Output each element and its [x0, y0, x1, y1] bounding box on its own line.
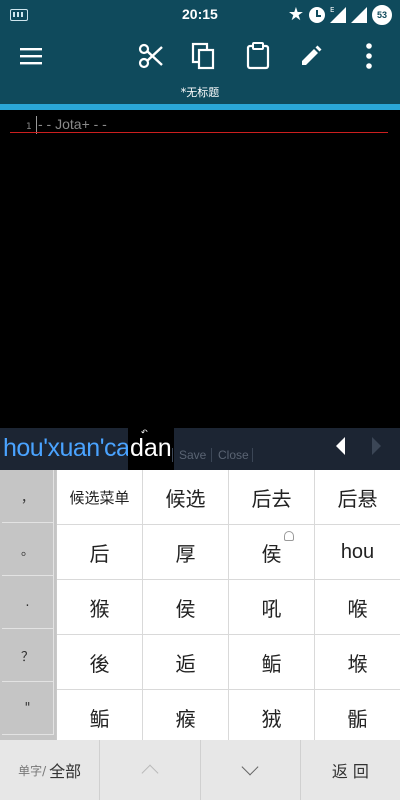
close-button[interactable]: Close — [218, 448, 249, 462]
punctuation-key[interactable]: . — [2, 576, 54, 629]
candidate-cell[interactable]: 瘊 — [143, 690, 228, 744]
punctuation-key[interactable]: 。 — [2, 523, 54, 576]
copy-icon[interactable] — [184, 36, 224, 76]
candidate-cell[interactable]: 猴 — [57, 580, 142, 634]
status-icons: ★ E 53 — [288, 5, 392, 25]
signal-icon-2 — [351, 7, 367, 23]
candidate-text: 侯 — [261, 541, 282, 566]
paste-icon[interactable] — [238, 36, 278, 76]
edit-icon[interactable] — [291, 36, 331, 76]
line-number: 1 — [26, 122, 32, 132]
candidate-cell[interactable]: 狨 — [229, 690, 314, 744]
composing-active-syllable[interactable]: dan — [128, 428, 174, 470]
candidate-cell[interactable]: 堠 — [315, 635, 400, 689]
candidate-cell[interactable]: 后悬 — [315, 470, 400, 524]
punctuation-column: ， 。 . ？ " — [0, 470, 56, 740]
editor-line-text: - - Jota+ - - — [38, 116, 107, 132]
candidate-cell[interactable]: 侯 — [143, 580, 228, 634]
keyboard-bottom-row: 单字/ 全部 返 回 — [0, 740, 400, 800]
menu-icon[interactable] — [11, 36, 51, 76]
candidate-cell[interactable]: 候选菜单 — [57, 470, 142, 524]
candidate-cell[interactable]: 吼 — [229, 580, 314, 634]
punctuation-key[interactable]: ， — [2, 470, 54, 523]
status-bar: 20:15 ★ E 53 — [0, 0, 400, 30]
cut-icon[interactable] — [131, 36, 171, 76]
next-arrow-icon[interactable] — [372, 437, 381, 455]
status-time: 20:15 — [182, 6, 218, 22]
battery-icon: 53 — [372, 5, 392, 25]
candidate-cell[interactable]: 喉 — [315, 580, 400, 634]
candidate-cell[interactable]: 鲘 — [229, 635, 314, 689]
divider — [252, 448, 253, 462]
save-button[interactable]: Save — [179, 448, 206, 462]
candidate-cell[interactable]: 厚 — [143, 525, 228, 579]
text-editor[interactable]: 1 - - Jota+ - - — [0, 110, 400, 534]
star-icon: ★ — [287, 4, 304, 25]
candidate-grid: 候选菜单 候选 后去 后悬 后 厚 侯 hou 猴 侯 吼 喉 後 逅 鲘 堠 … — [57, 470, 400, 744]
user-dictionary-icon — [284, 531, 294, 541]
page-up-button[interactable] — [100, 740, 201, 800]
filter-mode-label: 全部 — [49, 762, 82, 781]
divider — [211, 448, 212, 462]
filter-mode-button[interactable]: 单字/ 全部 — [0, 740, 101, 800]
filter-mode-small: 单字/ — [18, 763, 47, 778]
composing-prefix: hou'xuan'cai' — [3, 434, 139, 462]
undo-icon: ↶ — [141, 428, 148, 437]
punctuation-key[interactable]: ？ — [2, 629, 54, 682]
battery-level: 53 — [376, 10, 387, 20]
network-type: E — [330, 6, 335, 14]
candidate-cell[interactable]: hou — [315, 525, 400, 579]
document-title: *无标题 — [180, 86, 220, 99]
candidate-cell[interactable]: 候选 — [143, 470, 228, 524]
previous-arrow-icon[interactable] — [336, 437, 345, 455]
more-icon[interactable] — [349, 36, 389, 76]
alarm-icon — [309, 7, 325, 23]
candidate-cell[interactable]: 后 — [57, 525, 142, 579]
divider — [172, 448, 173, 462]
candidate-cell[interactable]: 逅 — [143, 635, 228, 689]
current-line-indicator — [10, 132, 388, 133]
candidate-cell[interactable]: 鲘 — [57, 690, 142, 744]
keyboard-icon — [10, 9, 28, 21]
candidate-cell[interactable]: 后去 — [229, 470, 314, 524]
back-button[interactable]: 返 回 — [301, 740, 400, 800]
signal-icon: E — [330, 7, 346, 23]
chevron-up-icon — [141, 764, 159, 782]
chevron-down-icon — [241, 758, 259, 776]
candidate-cell-user[interactable]: 侯 — [229, 525, 314, 579]
candidate-cell[interactable]: 後 — [57, 635, 142, 689]
candidate-cell[interactable]: 骺 — [315, 690, 400, 744]
page-down-button[interactable] — [201, 740, 301, 800]
punctuation-key[interactable]: " — [2, 682, 54, 735]
